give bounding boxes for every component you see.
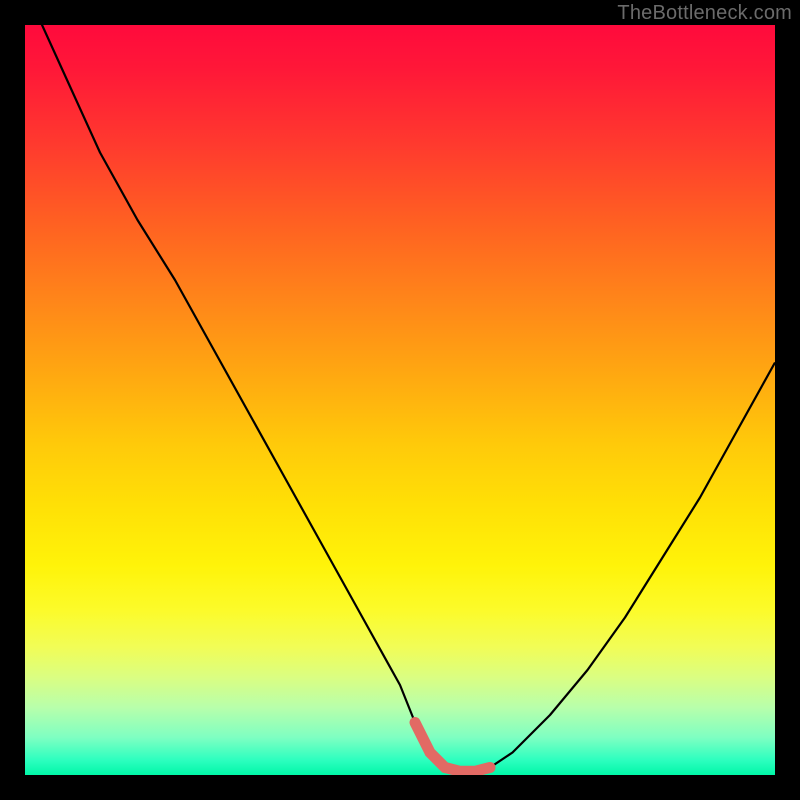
watermark-text: TheBottleneck.com: [617, 2, 792, 25]
chart-stage: TheBottleneck.com: [0, 0, 800, 800]
bottleneck-curve-path: [25, 25, 775, 771]
highlight-flat-segment: [415, 723, 490, 772]
curve-layer: [25, 25, 775, 775]
plot-area: [25, 25, 775, 775]
